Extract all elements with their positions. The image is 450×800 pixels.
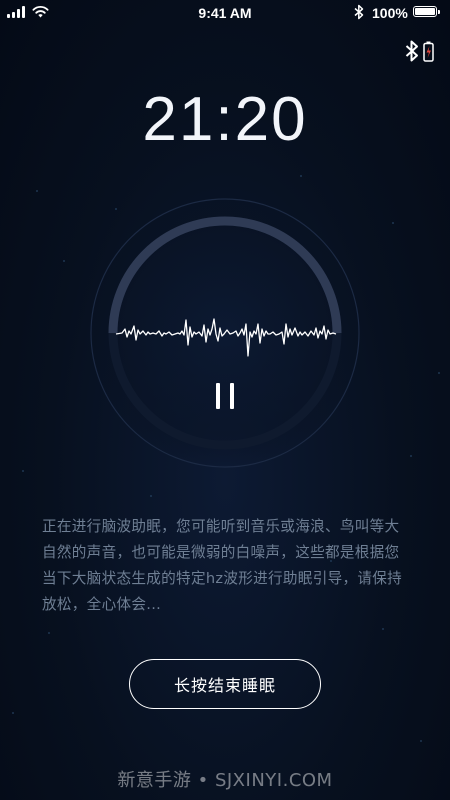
- sleep-timer: 21:20: [142, 85, 308, 154]
- sleep-progress-dial: [90, 198, 360, 468]
- bluetooth-icon: [354, 4, 364, 20]
- star: [410, 455, 412, 457]
- star: [48, 632, 50, 634]
- device-status[interactable]: [405, 40, 437, 64]
- sleep-guide-description: 正在进行脑波助眠，您可能听到音乐或海浪、鸟叫等大自然的声音，也可能是微弱的白噪声…: [42, 518, 403, 613]
- battery-percent: 100%: [372, 5, 408, 21]
- star: [420, 740, 422, 742]
- star: [382, 628, 384, 630]
- pause-button[interactable]: [205, 373, 245, 419]
- status-bar: 9:41 AM 100%: [0, 0, 450, 26]
- star: [36, 190, 38, 192]
- pause-icon: [216, 383, 220, 409]
- star: [300, 175, 302, 177]
- pause-icon-bar: [230, 383, 234, 409]
- star: [63, 260, 65, 262]
- star: [22, 470, 24, 472]
- star: [392, 222, 394, 224]
- star: [12, 712, 14, 714]
- watermark: 新意手游 • SJXINYI.COM: [117, 770, 333, 791]
- star: [438, 372, 440, 374]
- low-battery-icon: [423, 41, 434, 62]
- star: [150, 495, 152, 497]
- bluetooth-icon: [405, 40, 418, 62]
- battery-icon: [413, 6, 440, 17]
- end-sleep-button[interactable]: 长按结束睡眠: [129, 659, 321, 709]
